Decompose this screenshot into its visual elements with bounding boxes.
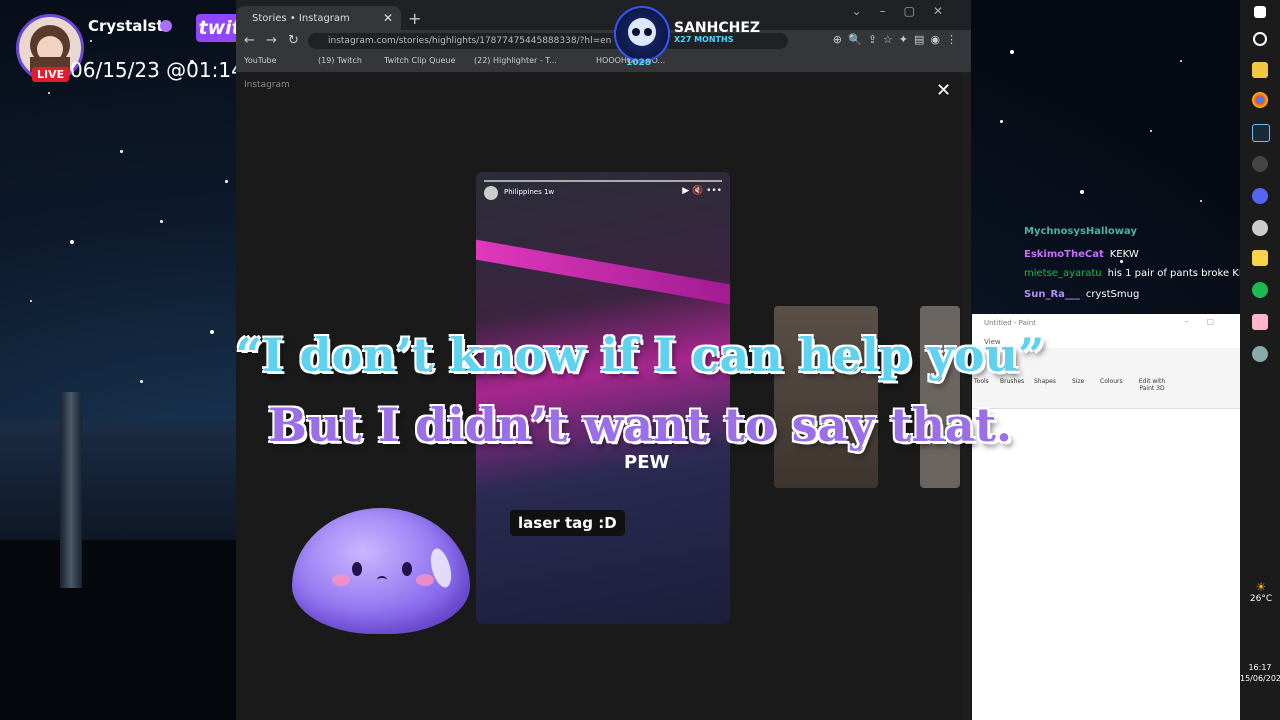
bookmark-twitch[interactable]: (19) Twitch bbox=[318, 56, 362, 65]
sticky-notes-icon[interactable] bbox=[1252, 250, 1268, 266]
star bbox=[30, 300, 32, 302]
star bbox=[48, 92, 50, 94]
skull-icon bbox=[628, 18, 656, 46]
obs-icon[interactable] bbox=[1252, 156, 1268, 172]
subtitle-line-1: “I don’t know if I can help you” bbox=[235, 327, 1045, 383]
slime-blush-right bbox=[416, 574, 434, 586]
search-icon[interactable] bbox=[1253, 32, 1267, 46]
steam-icon[interactable] bbox=[1252, 124, 1270, 142]
star bbox=[1120, 260, 1123, 263]
subscriber-count: 1028 bbox=[626, 58, 652, 68]
subtitle-line-2: But I didn’t want to say that. bbox=[267, 397, 1012, 453]
back-icon[interactable]: ← bbox=[244, 33, 255, 48]
paint-title: Untitled - Paint bbox=[984, 319, 1036, 327]
forward-icon[interactable]: → bbox=[266, 33, 277, 48]
star bbox=[1000, 120, 1003, 123]
new-tab-icon[interactable]: + bbox=[408, 9, 421, 28]
clock-time: 16:17 bbox=[1248, 663, 1272, 672]
paint-window-controls[interactable]: –▢ bbox=[1184, 317, 1232, 326]
star bbox=[1010, 50, 1014, 54]
slime-eye-left bbox=[352, 562, 362, 576]
explorer-icon[interactable] bbox=[1252, 62, 1268, 78]
star bbox=[70, 240, 74, 244]
tab-title: Stories • Instagram bbox=[252, 13, 350, 24]
temperature: 26°C bbox=[1249, 594, 1273, 604]
chrome-icon[interactable] bbox=[1252, 92, 1268, 108]
story-user-avatar[interactable] bbox=[484, 186, 498, 200]
chat-text: his 1 pair of pants broke KEKW bbox=[1107, 268, 1262, 279]
subscriber-badge-icon bbox=[614, 6, 670, 62]
star bbox=[1080, 190, 1084, 194]
close-tab-icon[interactable]: ✕ bbox=[383, 11, 393, 25]
streamer-name: Crystalst bbox=[88, 17, 164, 35]
star bbox=[160, 220, 163, 223]
slime-eye-right bbox=[402, 562, 412, 576]
weather-widget[interactable]: ☀ 26°C bbox=[1246, 580, 1276, 604]
star bbox=[225, 180, 228, 183]
laser-tag-lights bbox=[476, 239, 730, 305]
clock-date: 15/06/2023 bbox=[1240, 674, 1280, 683]
app-icon[interactable] bbox=[1252, 220, 1268, 236]
hill bbox=[0, 540, 240, 720]
chat-message-2: EskimoTheCat KEKW bbox=[1024, 249, 1139, 260]
tab-bar: Stories • Instagram ✕ + ⌄–▢✕ bbox=[236, 0, 971, 34]
extension-icons[interactable]: ⊕🔍⇪☆✦▤◉⋮ bbox=[833, 33, 963, 46]
bookmark-clip-queue[interactable]: Twitch Clip Queue bbox=[384, 56, 455, 65]
star bbox=[120, 150, 123, 153]
bookmarks-bar: YouTube (19) Twitch Twitch Clip Queue (2… bbox=[236, 52, 971, 73]
chat-message-4: Sun_Ra___ crystSmug bbox=[1024, 289, 1139, 300]
chat-text: KEKW bbox=[1109, 249, 1139, 260]
story-controls-icons[interactable]: ▶ 🔇 ••• bbox=[682, 186, 722, 196]
chat-text: crystSmug bbox=[1085, 289, 1140, 300]
star bbox=[1180, 60, 1182, 62]
address-bar: ← → ↻ instagram.com/stories/highlights/1… bbox=[236, 30, 971, 52]
subscriber-months: X27 MONTHS bbox=[674, 35, 734, 44]
chat-username[interactable]: EskimoTheCat bbox=[1024, 249, 1104, 260]
star bbox=[1150, 130, 1152, 132]
star bbox=[90, 40, 92, 42]
spotify-icon[interactable] bbox=[1252, 282, 1268, 298]
discord-icon[interactable] bbox=[1252, 188, 1268, 204]
taskbar-clock[interactable]: 16:17 15/06/2023 bbox=[1240, 662, 1280, 684]
reload-icon[interactable]: ↻ bbox=[288, 33, 299, 48]
chat-username[interactable]: MychnosysHalloway bbox=[1024, 226, 1137, 237]
story-progress-bar bbox=[484, 180, 722, 182]
story-caption: laser tag :D bbox=[510, 510, 625, 536]
weather-icon: ☀ bbox=[1255, 580, 1267, 594]
live-badge: LIVE bbox=[32, 67, 70, 82]
slime-blush-left bbox=[332, 574, 350, 586]
star bbox=[1200, 200, 1202, 202]
windows-icon[interactable] bbox=[1254, 6, 1266, 18]
instagram-logo: Instagram bbox=[244, 80, 290, 90]
chat-message-1: MychnosysHalloway bbox=[1024, 226, 1143, 237]
slime-mouth bbox=[377, 576, 387, 584]
chat-message-3: mietse_ayaratu his 1 pair of pants broke … bbox=[1024, 268, 1261, 279]
bookmark-youtube[interactable]: YouTube bbox=[244, 56, 277, 65]
subscriber-name: SANHCHEZ bbox=[674, 20, 761, 36]
verified-icon bbox=[160, 20, 172, 32]
story-user-name[interactable]: Philippines 1w bbox=[504, 188, 554, 196]
bookmark-highlighter[interactable]: (22) Highlighter - T... bbox=[474, 56, 557, 65]
story-floor-text: PEW bbox=[624, 452, 670, 473]
window-controls[interactable]: ⌄–▢✕ bbox=[852, 4, 961, 18]
chat-username[interactable]: Sun_Ra___ bbox=[1024, 289, 1080, 300]
close-stories-icon[interactable]: ✕ bbox=[936, 80, 951, 101]
chat-username[interactable]: mietse_ayaratu bbox=[1024, 268, 1102, 279]
